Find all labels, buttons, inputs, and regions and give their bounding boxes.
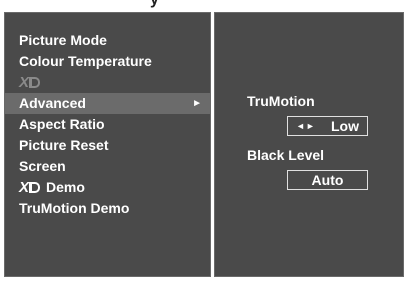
menu-item-advanced[interactable]: Advanced ► xyxy=(5,93,210,114)
picture-menu: Picture Mode Colour Temperature X Advanc… xyxy=(5,30,210,219)
black-level-selector[interactable]: Auto xyxy=(287,170,368,190)
menu-item-screen[interactable]: Screen xyxy=(5,156,210,177)
xd-logo-icon: X xyxy=(19,177,41,198)
menu-item-colour-temperature[interactable]: Colour Temperature xyxy=(5,51,210,72)
xd-logo-icon: X xyxy=(19,72,41,93)
menu-item-label: TruMotion Demo xyxy=(19,200,130,216)
menu-item-label: Aspect Ratio xyxy=(19,116,105,132)
picture-menu-panel: Picture Mode Colour Temperature X Advanc… xyxy=(4,12,211,277)
submenu-arrow-icon: ► xyxy=(192,98,202,109)
menu-item-label: Colour Temperature xyxy=(19,53,152,69)
menu-item-xd-demo[interactable]: X Demo xyxy=(5,177,210,198)
tv-osd-menu: y Picture Mode Colour Temperature X Adva… xyxy=(0,0,408,281)
trumotion-value: Low xyxy=(331,118,359,134)
menu-item-label: Picture Mode xyxy=(19,32,107,48)
trumotion-label: TruMotion xyxy=(247,93,315,109)
menu-item-picture-reset[interactable]: Picture Reset xyxy=(5,135,210,156)
menu-item-xd[interactable]: X xyxy=(5,72,210,93)
menu-item-label: Advanced xyxy=(19,95,86,111)
advanced-submenu-panel: TruMotion ◄► Low Black Level Auto xyxy=(214,12,404,277)
left-right-arrows-icon: ◄► xyxy=(296,121,316,131)
menu-item-picture-mode[interactable]: Picture Mode xyxy=(5,30,210,51)
menu-item-label: Demo xyxy=(46,179,85,195)
black-level-value: Auto xyxy=(311,172,344,188)
trumotion-selector[interactable]: ◄► Low xyxy=(287,116,368,136)
menu-item-aspect-ratio[interactable]: Aspect Ratio xyxy=(5,114,210,135)
page-title: y xyxy=(150,0,159,9)
menu-item-label: Picture Reset xyxy=(19,137,109,153)
menu-item-label: Screen xyxy=(19,158,66,174)
menu-item-trumotion-demo[interactable]: TruMotion Demo xyxy=(5,198,210,219)
black-level-label: Black Level xyxy=(247,147,325,163)
